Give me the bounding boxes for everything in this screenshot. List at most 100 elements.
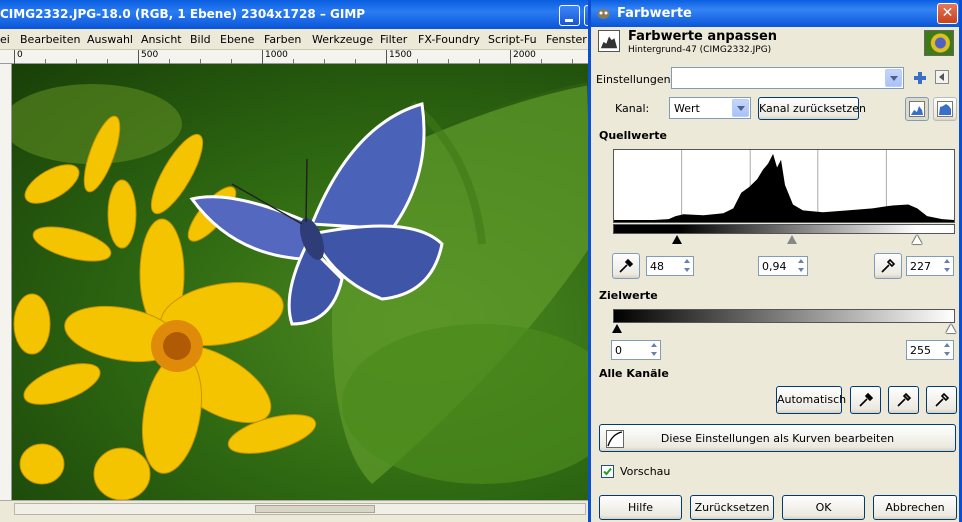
menu-windows[interactable]: Fenster bbox=[546, 33, 587, 46]
ruler-label: 0 bbox=[17, 50, 23, 60]
edit-as-curves-button[interactable]: Diese Einstellungen als Kurven bearbeite… bbox=[599, 424, 956, 452]
minimize-icon[interactable] bbox=[559, 5, 580, 26]
menu-file[interactable]: ei bbox=[0, 33, 10, 46]
input-gamma-slider[interactable] bbox=[786, 235, 797, 244]
linear-histogram-button[interactable] bbox=[905, 97, 929, 121]
spin-up-icon[interactable] bbox=[649, 342, 659, 350]
auto-button[interactable]: Automatisch bbox=[776, 386, 846, 414]
ruler-label: 1500 bbox=[389, 50, 412, 60]
output-gradient-bar bbox=[613, 309, 955, 323]
kanal-label: Kanal: bbox=[615, 102, 650, 115]
zielwerte-label: Zielwerte bbox=[599, 289, 658, 302]
image-menubar: ei Bearbeiten Auswahl Ansicht Bild Ebene… bbox=[0, 29, 592, 50]
menu-image[interactable]: Bild bbox=[190, 33, 211, 46]
spin-up-icon[interactable] bbox=[942, 258, 952, 266]
chevron-down-icon[interactable] bbox=[732, 99, 749, 117]
levels-dialog: Farbwerte ✕ Farbwerte anpassen Hintergru… bbox=[588, 0, 962, 522]
input-gamma-spin[interactable]: 0,94 bbox=[758, 256, 808, 276]
linear-histogram-icon bbox=[909, 101, 925, 117]
output-low-slider[interactable] bbox=[612, 324, 622, 333]
histogram bbox=[613, 149, 955, 223]
menu-edit[interactable]: Bearbeiten bbox=[20, 33, 80, 46]
image-window-title: CIMG2332.JPG-18.0 (RGB, 1 Ebene) 2304x17… bbox=[0, 7, 366, 21]
gimp-image-window: CIMG2332.JPG-18.0 (RGB, 1 Ebene) 2304x17… bbox=[0, 0, 605, 522]
menu-fx-foundry[interactable]: FX-Foundry bbox=[418, 33, 480, 46]
white-point-picker-button[interactable] bbox=[874, 253, 902, 279]
menu-select[interactable]: Auswahl bbox=[87, 33, 133, 46]
input-high-slider[interactable] bbox=[911, 235, 922, 244]
output-low-value: 0 bbox=[615, 344, 622, 357]
image-canvas[interactable] bbox=[12, 64, 592, 500]
vertical-ruler bbox=[0, 64, 12, 504]
gimp-icon bbox=[597, 9, 610, 19]
close-icon[interactable]: ✕ bbox=[937, 3, 958, 24]
levels-icon bbox=[598, 30, 620, 52]
spin-up-icon[interactable] bbox=[682, 258, 692, 266]
reset-button[interactable]: Zurücksetzen bbox=[690, 495, 774, 520]
pick-white-button[interactable] bbox=[926, 386, 957, 414]
menu-view[interactable]: Ansicht bbox=[141, 33, 182, 46]
eyedropper-icon bbox=[858, 392, 873, 407]
horizontal-scrollbar[interactable] bbox=[14, 503, 586, 515]
image-window-titlebar: CIMG2332.JPG-18.0 (RGB, 1 Ebene) 2304x17… bbox=[0, 0, 605, 29]
pick-gray-button[interactable] bbox=[888, 386, 919, 414]
spin-down-icon[interactable] bbox=[942, 266, 952, 274]
spin-down-icon[interactable] bbox=[942, 350, 952, 358]
dialog-header: Farbwerte anpassen Hintergrund-47 (CIMG2… bbox=[591, 27, 959, 63]
vorschau-label: Vorschau bbox=[620, 465, 671, 478]
input-gamma-value: 0,94 bbox=[762, 260, 787, 273]
input-low-slider[interactable] bbox=[672, 235, 683, 244]
spin-up-icon[interactable] bbox=[942, 342, 952, 350]
checkmark-icon bbox=[603, 467, 612, 476]
menu-tools[interactable]: Werkzeuge bbox=[312, 33, 373, 46]
spin-down-icon[interactable] bbox=[649, 350, 659, 358]
kanal-value: Wert bbox=[674, 102, 700, 115]
menu-script-fu[interactable]: Script-Fu bbox=[488, 33, 537, 46]
reset-channel-button[interactable]: Kanal zurücksetzen bbox=[758, 97, 866, 120]
add-preset-icon[interactable] bbox=[913, 71, 927, 85]
einstellungen-combo[interactable] bbox=[671, 67, 904, 89]
butterfly-flower-photo bbox=[12, 82, 592, 500]
pick-black-button[interactable] bbox=[850, 386, 881, 414]
kanal-combo[interactable]: Wert bbox=[669, 97, 751, 119]
output-high-value: 255 bbox=[910, 344, 931, 357]
log-histogram-button[interactable] bbox=[933, 97, 957, 121]
menu-colors[interactable]: Farben bbox=[264, 33, 301, 46]
spin-down-icon[interactable] bbox=[682, 266, 692, 274]
spin-up-icon[interactable] bbox=[796, 258, 806, 266]
ruler-label: 1000 bbox=[265, 50, 288, 60]
scroll-thumb[interactable] bbox=[255, 505, 375, 513]
dialog-title: Farbwerte bbox=[617, 6, 692, 21]
spin-down-icon[interactable] bbox=[796, 266, 806, 274]
header-title: Farbwerte anpassen bbox=[628, 29, 778, 44]
preset-menu-icon[interactable] bbox=[935, 70, 949, 84]
horizontal-ruler: 0 500 1000 1500 2000 bbox=[0, 50, 592, 64]
input-high-spin[interactable]: 227 bbox=[906, 256, 954, 276]
ok-button[interactable]: OK bbox=[782, 495, 865, 520]
dialog-titlebar: Farbwerte ✕ bbox=[591, 0, 959, 27]
menu-filters[interactable]: Filter bbox=[380, 33, 407, 46]
log-histogram-icon bbox=[937, 101, 953, 117]
output-slider-track[interactable] bbox=[612, 323, 956, 333]
ruler-label: 2000 bbox=[513, 50, 536, 60]
header-subtitle: Hintergrund-47 (CIMG2332.JPG) bbox=[628, 45, 772, 55]
eyedropper-icon bbox=[619, 258, 634, 273]
input-slider-track[interactable] bbox=[613, 234, 955, 246]
screen: CIMG2332.JPG-18.0 (RGB, 1 Ebene) 2304x17… bbox=[0, 0, 962, 522]
chevron-down-icon[interactable] bbox=[885, 69, 902, 87]
input-low-spin[interactable]: 48 bbox=[646, 256, 694, 276]
black-point-picker-button[interactable] bbox=[612, 253, 640, 279]
eyedropper-icon bbox=[896, 392, 911, 407]
vorschau-checkbox[interactable] bbox=[601, 465, 614, 478]
cancel-button[interactable]: Abbrechen bbox=[873, 495, 957, 520]
image-thumbnail bbox=[924, 30, 954, 56]
input-high-value: 227 bbox=[910, 260, 931, 273]
menu-layer[interactable]: Ebene bbox=[220, 33, 254, 46]
output-high-slider[interactable] bbox=[946, 324, 956, 333]
ruler-label: 500 bbox=[141, 50, 159, 60]
output-low-spin[interactable]: 0 bbox=[611, 340, 661, 360]
help-button[interactable]: Hilfe bbox=[599, 495, 682, 520]
output-high-spin[interactable]: 255 bbox=[906, 340, 954, 360]
input-gradient-bar bbox=[613, 224, 955, 234]
quellwerte-label: Quellwerte bbox=[599, 129, 667, 142]
